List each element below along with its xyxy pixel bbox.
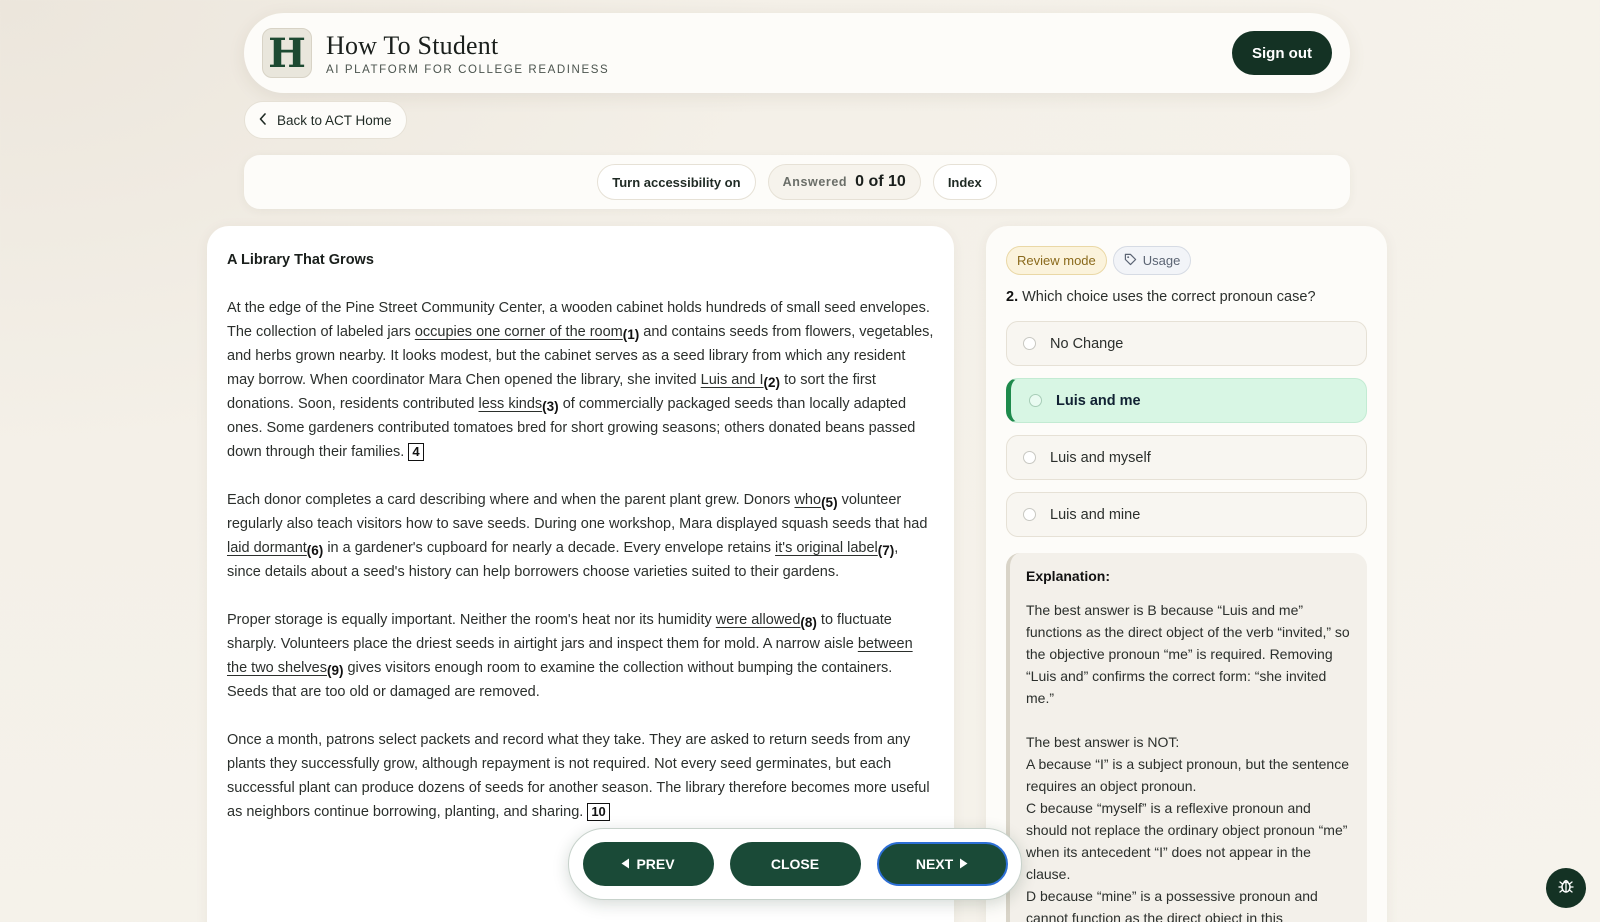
- answer-choice-c[interactable]: Luis and myself: [1006, 435, 1367, 480]
- question-box-10[interactable]: 10: [587, 803, 610, 821]
- sign-out-button[interactable]: Sign out: [1232, 31, 1332, 75]
- next-button[interactable]: NEXT: [876, 842, 1008, 886]
- question-tags: Review mode Usage: [1006, 246, 1367, 275]
- prev-label: PREV: [636, 856, 675, 872]
- passage-paragraph-1: At the edge of the Pine Street Community…: [227, 296, 934, 464]
- answered-counter: Answered 0 of 10: [767, 164, 921, 200]
- answered-label: Answered: [782, 175, 848, 189]
- back-label: Back to ACT Home: [277, 112, 392, 128]
- question-text: Which choice uses the correct pronoun ca…: [1022, 289, 1316, 305]
- question-marker-7[interactable]: (7): [878, 543, 895, 558]
- choice-label: Luis and me: [1056, 392, 1141, 409]
- question-marker-9[interactable]: (9): [327, 663, 344, 678]
- passage-text: Each donor completes a card describing w…: [227, 492, 795, 508]
- explanation-body: The best answer is B because “Luis and m…: [1026, 602, 1350, 706]
- passage-paragraph-3: Proper storage is equally important. Nei…: [227, 608, 934, 704]
- brand: How To Student AI PLATFORM FOR COLLEGE R…: [326, 31, 609, 76]
- app-subtitle: AI PLATFORM FOR COLLEGE READINESS: [326, 63, 610, 76]
- triangle-left-icon: [621, 856, 630, 872]
- usage-label: Usage: [1142, 253, 1181, 268]
- question-marker-8[interactable]: (8): [800, 615, 817, 630]
- passage-paragraph-2: Each donor completes a card describing w…: [227, 488, 934, 584]
- logo: H: [262, 28, 312, 78]
- choice-label: Luis and myself: [1050, 449, 1151, 466]
- explanation-not-heading: The best answer is NOT:: [1026, 734, 1180, 750]
- bug-report-button[interactable]: [1546, 868, 1586, 908]
- passage-text: Proper storage is equally important. Nei…: [227, 612, 716, 628]
- underlined-phrase-8[interactable]: were allowed: [716, 612, 801, 628]
- usage-tag: Usage: [1112, 246, 1192, 275]
- question-marker-2[interactable]: (2): [764, 375, 781, 390]
- tag-icon: [1124, 253, 1137, 269]
- passage-title: A Library That Grows: [227, 252, 374, 268]
- explanation-choice-a: A because “I” is a subject pronoun, but …: [1026, 756, 1349, 794]
- underlined-phrase-3[interactable]: less kinds: [479, 396, 543, 412]
- answer-choices: No Change Luis and me Luis and myself Lu…: [1006, 321, 1367, 537]
- accessibility-toggle-button[interactable]: Turn accessibility on: [597, 164, 756, 200]
- radio-icon: [1023, 337, 1036, 350]
- choice-label: Luis and mine: [1050, 506, 1141, 523]
- bug-icon: [1557, 877, 1575, 900]
- question-marker-3[interactable]: (3): [542, 399, 559, 414]
- radio-icon: [1023, 451, 1036, 464]
- close-button[interactable]: CLOSE: [729, 842, 861, 886]
- next-label: NEXT: [915, 856, 954, 872]
- index-button[interactable]: Index: [932, 164, 997, 200]
- answered-value: 0 of 10: [855, 173, 906, 190]
- review-mode-badge: Review mode: [1006, 246, 1107, 275]
- passage-text: in a gardener's cupboard for nearly a de…: [323, 540, 776, 556]
- bottom-navigation: PREV CLOSE NEXT: [568, 828, 1022, 900]
- explanation-box: Explanation: The best answer is B becaus…: [1006, 553, 1367, 922]
- close-label: CLOSE: [770, 856, 820, 872]
- question-marker-5[interactable]: (5): [821, 495, 838, 510]
- answer-choice-d[interactable]: Luis and mine: [1006, 492, 1367, 537]
- underlined-phrase-5[interactable]: who: [794, 492, 821, 508]
- triangle-right-icon: [959, 856, 968, 872]
- explanation-title: Explanation:: [1026, 568, 1111, 584]
- question-number: 2.: [1006, 289, 1019, 305]
- passage-paragraph-4: Once a month, patrons select packets and…: [227, 728, 934, 824]
- question-panel: Review mode Usage 2. Which choice uses t…: [986, 226, 1387, 922]
- prev-button[interactable]: PREV: [582, 842, 714, 886]
- radio-icon: [1023, 508, 1036, 521]
- explanation-choice-c: C because “myself” is a reflexive pronou…: [1026, 800, 1348, 882]
- chevron-left-icon: [259, 112, 267, 128]
- question-marker-1[interactable]: (1): [623, 327, 640, 342]
- answer-choice-b[interactable]: Luis and me: [1006, 378, 1367, 423]
- app-title: How To Student: [326, 30, 499, 60]
- choice-label: No Change: [1050, 335, 1124, 352]
- explanation-choice-d: D because “mine” is a possessive pronoun…: [1026, 888, 1318, 922]
- test-toolbar: Turn accessibility on Answered 0 of 10 I…: [244, 155, 1350, 209]
- radio-icon: [1029, 394, 1042, 407]
- back-to-act-home-button[interactable]: Back to ACT Home: [244, 101, 407, 139]
- question-box-4[interactable]: 4: [408, 443, 424, 461]
- passage-text: Once a month, patrons select packets and…: [227, 732, 930, 820]
- app-header: H How To Student AI PLATFORM FOR COLLEGE…: [244, 13, 1350, 93]
- underlined-phrase-6[interactable]: laid dormant: [227, 540, 307, 556]
- question-marker-6[interactable]: (6): [307, 543, 324, 558]
- underlined-phrase-1[interactable]: occupies one corner of the room: [415, 324, 623, 340]
- underlined-phrase-2[interactable]: Luis and I: [701, 372, 764, 388]
- answer-choice-a[interactable]: No Change: [1006, 321, 1367, 366]
- question-prompt: 2. Which choice uses the correct pronoun…: [1006, 289, 1367, 305]
- passage-panel: A Library That Grows At the edge of the …: [207, 226, 954, 922]
- underlined-phrase-7[interactable]: it's original label: [775, 540, 878, 556]
